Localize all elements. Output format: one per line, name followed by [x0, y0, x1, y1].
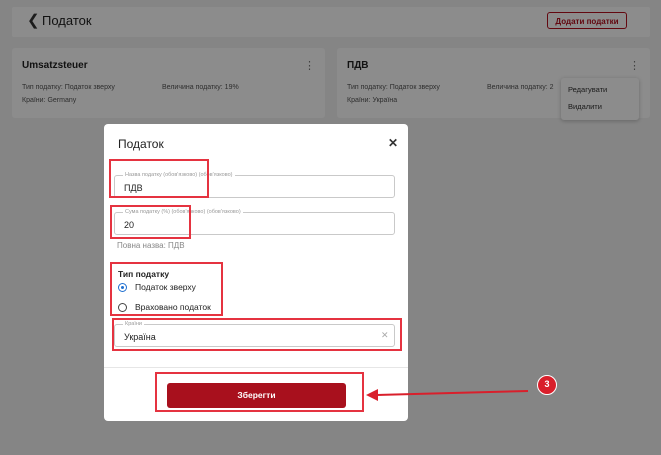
arrow-left-icon [366, 389, 529, 401]
highlight-box-save [155, 372, 364, 412]
dialog-title: Податок [118, 137, 164, 151]
highlight-box-country [112, 318, 402, 351]
close-icon[interactable]: ✕ [388, 136, 398, 150]
highlight-box-name [109, 159, 209, 198]
highlight-box-amount [110, 205, 191, 239]
step-number-badge: 3 [537, 375, 557, 395]
dialog-divider [104, 367, 408, 368]
full-name-helper: Повна назва: ПДВ [117, 241, 185, 250]
highlight-box-tax-type [110, 262, 223, 316]
